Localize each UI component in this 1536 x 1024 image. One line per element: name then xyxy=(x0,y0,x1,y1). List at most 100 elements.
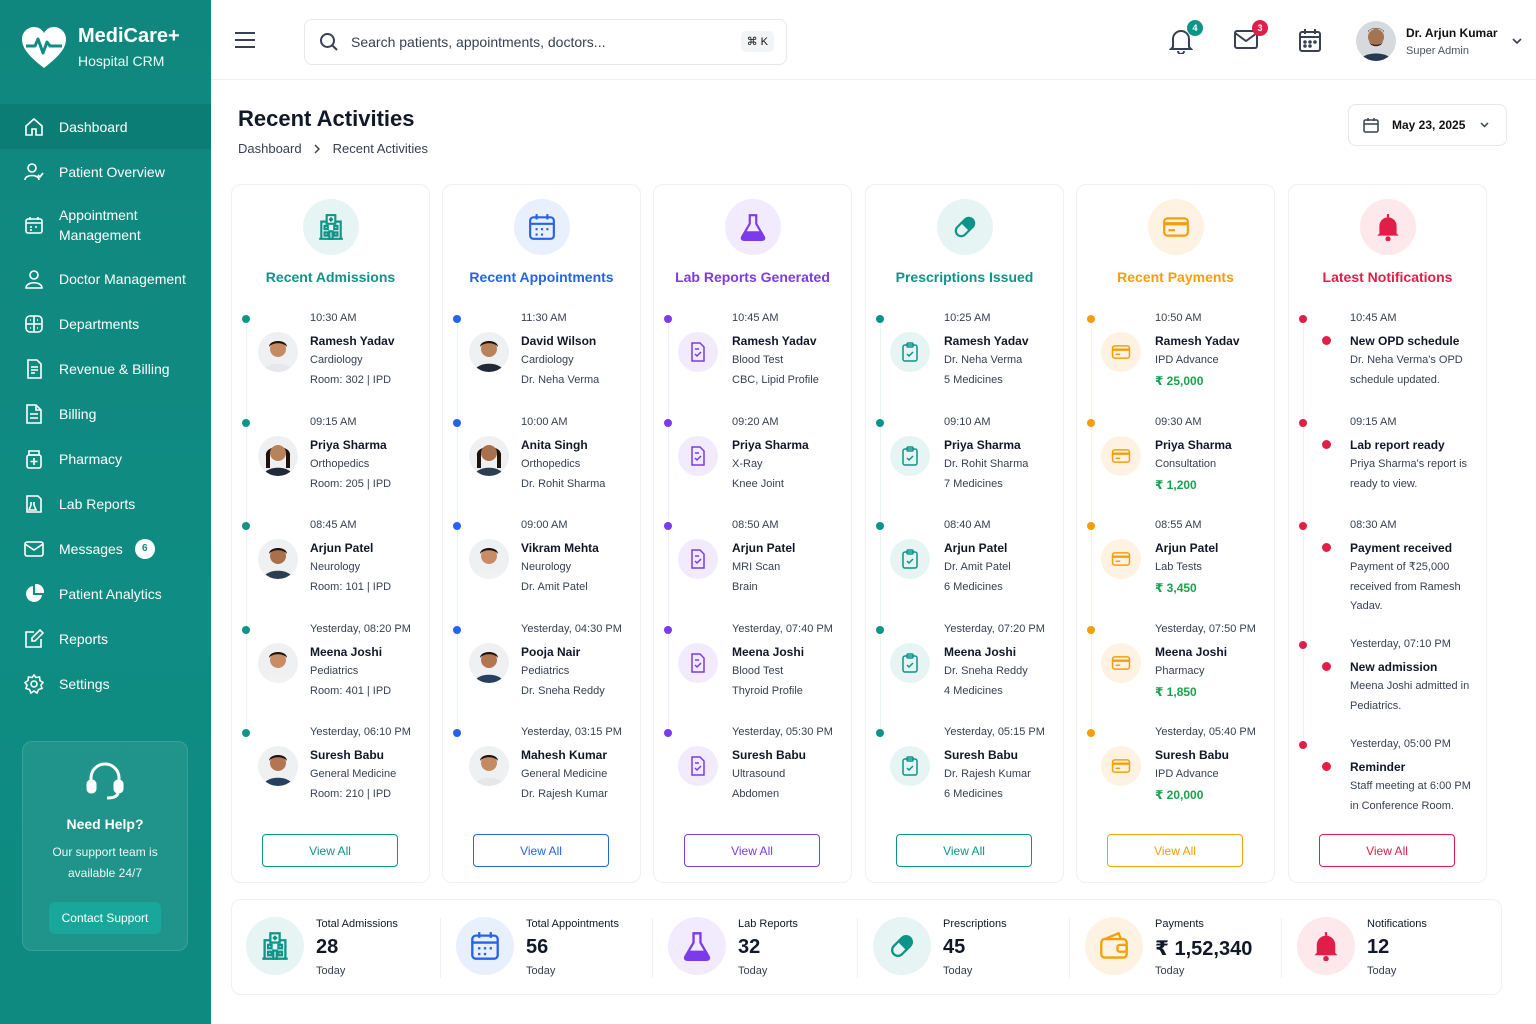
timeline-item[interactable]: Yesterday, 08:20 PM Meena Joshi Pediatric… xyxy=(232,496,429,697)
date-picker[interactable]: May 23, 2025 xyxy=(1348,104,1507,146)
calendar-icon xyxy=(24,215,44,235)
stat-value: 32 xyxy=(738,936,761,958)
stat-divider xyxy=(1069,918,1070,978)
timeline-dot xyxy=(242,729,250,737)
chevron-down-icon xyxy=(1480,122,1489,128)
timeline-item[interactable]: 09:20 AM Priya Sharma X-Ray Knee Joint xyxy=(654,289,851,490)
item-detail: IPD Advance xyxy=(1155,768,1219,780)
timeline-item[interactable]: 09:15 AM Priya Sharma Orthopedics Room: 20… xyxy=(232,289,429,490)
stat-total-admissions[interactable]: Total Admissions 28 Today xyxy=(232,900,444,996)
document-icon xyxy=(24,403,44,424)
timeline-item[interactable]: Yesterday, 06:10 PM Suresh Babu General M… xyxy=(232,599,429,800)
timeline-item[interactable]: Yesterday, 07:40 PM Meena Joshi Blood Tes… xyxy=(654,496,851,697)
stat-prescriptions[interactable]: Prescriptions 45 Today xyxy=(859,900,1071,996)
grid-icon xyxy=(24,314,44,334)
stat-value: ₹ 1,52,340 xyxy=(1155,938,1253,960)
recent-appointments-card: Recent Appointments 11:30 AM David Wilson… xyxy=(442,184,641,883)
stat-divider xyxy=(1281,918,1282,978)
view-all-button[interactable]: View All xyxy=(1107,834,1243,867)
sidebar-item-messages[interactable]: Messages 6 xyxy=(0,526,211,571)
sidebar-item-billing[interactable]: Billing xyxy=(0,391,211,436)
timeline-item[interactable]: 10:25 AM Ramesh Yadav Dr. Neha Verma 5 Med… xyxy=(866,185,1063,386)
timeline-item[interactable]: Yesterday, 07:10 PM New admission Meena … xyxy=(1289,511,1486,712)
breadcrumb-root[interactable]: Dashboard xyxy=(238,141,302,156)
item-time: Yesterday, 05:30 PM xyxy=(732,726,833,738)
notifications-bell-icon[interactable]: 4 xyxy=(1169,20,1203,54)
calendar-icon[interactable] xyxy=(1299,28,1325,54)
stat-lab-reports[interactable]: Lab Reports 32 Today xyxy=(654,900,866,996)
view-all-button[interactable]: View All xyxy=(684,834,820,867)
item-detail: General Medicine xyxy=(310,768,397,780)
view-all-button[interactable]: View All xyxy=(896,834,1032,867)
view-all-button[interactable]: View All xyxy=(262,834,398,867)
sidebar-item-label: Appointment Management xyxy=(59,207,141,243)
timeline-item[interactable]: 10:45 AM New OPD schedule Dr. Neha Verma… xyxy=(1289,185,1486,386)
timeline-item[interactable]: 08:55 AM Arjun Patel Lab Tests ₹ 3,450 xyxy=(1077,392,1274,595)
sidebar-item-label: Doctor Management xyxy=(59,270,186,287)
view-all-button[interactable]: View All xyxy=(1319,834,1455,867)
sidebar-item-settings[interactable]: Settings xyxy=(0,661,211,706)
timeline-item[interactable]: 09:00 AM Vikram Mehta Neurology Dr. Amit P… xyxy=(443,392,640,593)
timeline-item[interactable]: 09:10 AM Priya Sharma Dr. Rohit Sharma 7 M… xyxy=(866,289,1063,490)
stat-divider xyxy=(652,918,653,978)
app-logo[interactable]: MediCare+ Hospital CRM xyxy=(20,24,180,72)
timeline-item[interactable]: Yesterday, 07:50 PM Meena Joshi Pharmacy ₹… xyxy=(1077,496,1274,699)
stat-period: Today xyxy=(316,965,346,977)
sidebar-item-appointment-management[interactable]: Appointment Management xyxy=(0,194,211,256)
item-time: Yesterday, 05:15 PM xyxy=(944,726,1045,738)
timeline-item[interactable]: Yesterday, 03:15 PM Mahesh Kumar General … xyxy=(443,599,640,800)
timeline-item[interactable]: 08:40 AM Arjun Patel Dr. Amit Patel 6 Medi… xyxy=(866,392,1063,593)
headset-icon xyxy=(83,758,127,802)
timeline-item[interactable]: 11:30 AM David Wilson Cardiology Dr. Neha … xyxy=(443,185,640,386)
view-all-button[interactable]: View All xyxy=(473,834,609,867)
timeline-item[interactable]: 10:00 AM Anita Singh Orthopedics Dr. Rohit… xyxy=(443,289,640,490)
timeline-item[interactable]: Yesterday, 05:40 PM Suresh Babu IPD Advan… xyxy=(1077,599,1274,802)
sidebar-item-departments[interactable]: Departments xyxy=(0,301,211,346)
sidebar-item-revenue-billing[interactable]: Revenue & Billing xyxy=(0,346,211,391)
search-input[interactable] xyxy=(351,34,721,50)
timeline-item[interactable]: 08:45 AM Arjun Patel Neurology Room: 101 |… xyxy=(232,392,429,593)
item-subdetail: Dr. Rajesh Kumar xyxy=(521,788,608,800)
timeline-dot xyxy=(664,729,672,737)
sidebar-item-patient-overview[interactable]: Patient Overview xyxy=(0,149,211,194)
sidebar-item-patient-analytics[interactable]: Patient Analytics xyxy=(0,571,211,616)
stat-notifications[interactable]: Notifications 12 Today xyxy=(1283,900,1495,996)
timeline-item[interactable]: 10:45 AM Ramesh Yadav Blood Test CBC, Lipi… xyxy=(654,185,851,386)
timeline-item[interactable]: Yesterday, 05:15 PM Suresh Babu Dr. Rajes… xyxy=(866,599,1063,800)
messages-count-badge: 6 xyxy=(134,538,155,559)
timeline-item[interactable]: 10:30 AM Ramesh Yadav Cardiology Room: 302… xyxy=(232,185,429,386)
search-icon xyxy=(319,32,339,52)
search-bar: ⌘ K xyxy=(304,19,787,65)
timeline-item[interactable]: Yesterday, 05:30 PM Suresh Babu Ultrasoun… xyxy=(654,599,851,800)
edit-report-icon xyxy=(24,628,44,649)
timeline-item[interactable]: Yesterday, 05:00 PM Reminder Staff meeti… xyxy=(1289,611,1486,812)
stat-payments[interactable]: Payments ₹ 1,52,340 Today xyxy=(1071,900,1283,996)
timeline-item[interactable]: Yesterday, 07:20 PM Meena Joshi Dr. Sneha… xyxy=(866,496,1063,697)
sidebar-item-reports[interactable]: Reports xyxy=(0,616,211,661)
contact-support-button[interactable]: Contact Support xyxy=(48,902,162,934)
timeline-item[interactable]: 08:30 AM Payment received Payment of ₹25… xyxy=(1289,392,1486,612)
timeline-item[interactable]: 09:15 AM Lab report ready Priya Sharma's… xyxy=(1289,289,1486,490)
user-menu[interactable]: Dr. Arjun Kumar Super Admin xyxy=(1356,21,1522,61)
stat-total-appointments[interactable]: Total Appointments 56 Today xyxy=(442,900,654,996)
timeline-item[interactable]: 09:30 AM Priya Sharma Consultation ₹ 1,200 xyxy=(1077,289,1274,492)
timeline-item[interactable]: Yesterday, 04:30 PM Pooja Nair Pediatrics… xyxy=(443,496,640,697)
sidebar-item-lab-reports[interactable]: Lab Reports xyxy=(0,481,211,526)
sidebar-item-doctor-management[interactable]: Doctor Management xyxy=(0,256,211,301)
timeline-item[interactable]: 10:50 AM Ramesh Yadav IPD Advance ₹ 25,000 xyxy=(1077,185,1274,388)
help-card: Need Help? Our support team is available… xyxy=(22,741,188,951)
sidebar-item-pharmacy[interactable]: Pharmacy xyxy=(0,436,211,481)
sidebar-item-label: Billing xyxy=(59,405,97,422)
stat-period: Today xyxy=(526,965,556,977)
stat-value: 28 xyxy=(316,936,339,958)
user-role: Super Admin xyxy=(1406,44,1469,57)
heart-pulse-logo-icon xyxy=(20,24,68,72)
hamburger-menu-icon[interactable] xyxy=(235,31,257,49)
patient-avatar xyxy=(258,746,298,786)
hospital-icon xyxy=(246,917,304,975)
item-detail: General Medicine xyxy=(521,768,608,780)
timeline-item[interactable]: 08:50 AM Arjun Patel MRI Scan Brain xyxy=(654,392,851,593)
stat-period: Today xyxy=(1155,965,1185,977)
sidebar-item-dashboard[interactable]: Dashboard xyxy=(0,104,211,149)
mail-icon[interactable]: 3 xyxy=(1234,20,1268,54)
